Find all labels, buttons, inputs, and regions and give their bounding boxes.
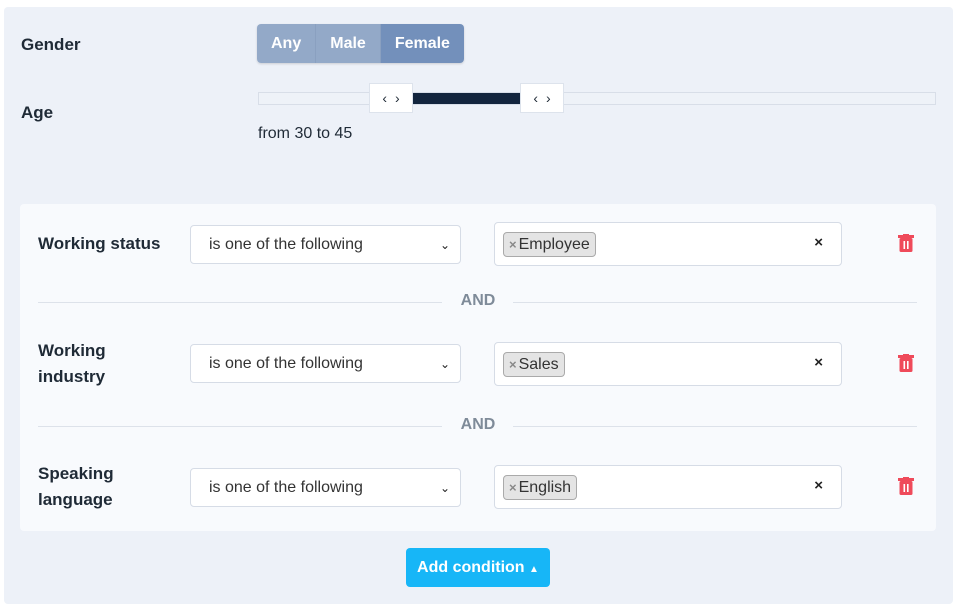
condition-label: Working status	[38, 234, 161, 253]
clear-icon[interactable]: ×	[814, 477, 823, 494]
chevron-down-icon: ⌄	[439, 480, 451, 495]
age-range-text: from 30 to 45	[258, 125, 353, 142]
gender-any-button[interactable]: Any	[257, 24, 317, 63]
remove-tag-icon[interactable]: ×	[509, 480, 517, 495]
tag-label: Sales	[518, 355, 559, 373]
chevron-down-icon: ⌄	[439, 356, 451, 371]
age-slider-track[interactable]	[258, 92, 936, 105]
gender-male-button[interactable]: Male	[316, 24, 381, 63]
age-label: Age	[21, 103, 54, 122]
age-slider-range	[412, 93, 520, 104]
trash-icon[interactable]	[898, 234, 914, 252]
tag-label: English	[518, 478, 572, 496]
age-max-handle[interactable]: ‹ ›	[520, 83, 564, 113]
clear-icon[interactable]: ×	[814, 354, 823, 371]
clear-icon[interactable]: ×	[814, 234, 823, 251]
tag: × Sales	[503, 352, 565, 377]
chevron-left-icon: ‹	[382, 90, 387, 106]
tags-input[interactable]: × Employee ×	[494, 222, 842, 266]
operator-select[interactable]: is one of the following ⌄	[190, 344, 461, 383]
remove-tag-icon[interactable]: ×	[509, 237, 517, 252]
tag-label: Employee	[518, 235, 590, 253]
gender-female-button[interactable]: Female	[380, 24, 464, 63]
operator-select[interactable]: is one of the following ⌄	[190, 468, 461, 507]
tag: × English	[503, 475, 578, 500]
operator-value: is one of the following	[209, 354, 363, 372]
and-label: AND	[460, 292, 496, 309]
tags-input[interactable]: × Sales ×	[494, 342, 842, 386]
operator-value: is one of the following	[209, 478, 363, 496]
and-separator: AND	[38, 292, 917, 309]
tag: × Employee	[503, 232, 596, 257]
chevron-right-icon: ›	[546, 90, 551, 106]
trash-icon[interactable]	[898, 477, 914, 495]
caret-up-icon: ▲	[529, 563, 539, 575]
operator-value: is one of the following	[209, 235, 363, 253]
and-label: AND	[460, 416, 496, 433]
chevron-left-icon: ‹	[533, 90, 538, 106]
and-separator: AND	[38, 416, 917, 433]
operator-select[interactable]: is one of the following ⌄	[190, 225, 461, 264]
gender-label: Gender	[21, 35, 81, 54]
add-condition-button[interactable]: Add condition ▲	[406, 548, 550, 587]
chevron-down-icon: ⌄	[439, 237, 451, 252]
chevron-right-icon: ›	[395, 90, 400, 106]
trash-icon[interactable]	[898, 354, 914, 372]
condition-label: Speaking language	[38, 464, 114, 509]
age-min-handle[interactable]: ‹ ›	[369, 83, 413, 113]
gender-segmented-control: Any Male Female	[257, 24, 464, 63]
remove-tag-icon[interactable]: ×	[509, 357, 517, 372]
add-condition-label: Add condition	[417, 558, 525, 576]
tags-input[interactable]: × English ×	[494, 465, 842, 509]
condition-label: Working industry	[38, 341, 106, 386]
